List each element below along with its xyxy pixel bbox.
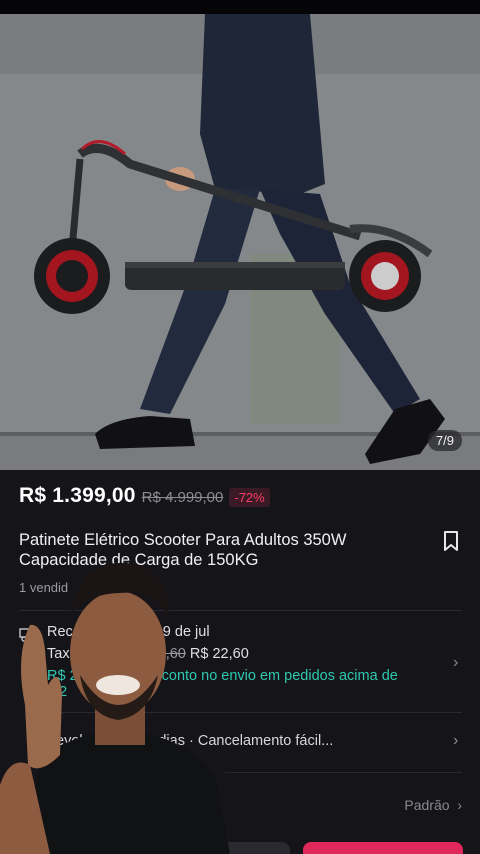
discount-badge: -72% [229, 488, 270, 507]
bookmark-icon[interactable] [440, 530, 462, 552]
original-price: R$ 4.999,00 [141, 489, 224, 506]
chevron-right-icon: › [453, 732, 459, 749]
buy-now-button[interactable] [303, 842, 463, 854]
image-counter: 7/9 [427, 430, 462, 451]
sort-label: Padrão [404, 797, 450, 813]
chevron-right-icon: › [453, 797, 462, 813]
sort-selector[interactable]: Padrão › [404, 797, 462, 813]
divider [225, 772, 462, 773]
current-price: R$ 1.399,00 [19, 484, 136, 507]
product-image-gallery[interactable]: 7/9 [0, 14, 480, 470]
price-row: R$ 1.399,00 R$ 4.999,00 -72% [19, 484, 270, 508]
presenter-overlay [0, 562, 230, 854]
chevron-right-icon: › [453, 654, 459, 671]
product-photo [0, 14, 480, 470]
status-bar [0, 0, 480, 14]
